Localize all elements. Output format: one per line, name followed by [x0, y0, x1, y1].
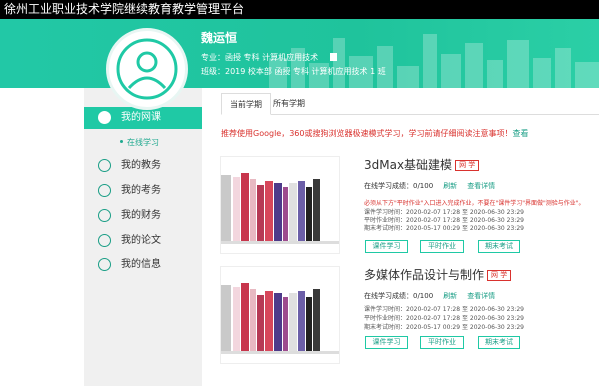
sidebar-item-label: 我的教务 [121, 160, 161, 171]
user-avatar-icon [116, 38, 178, 100]
sidebar-item-academics[interactable]: 我的教务 [84, 155, 202, 177]
sidebar-item-label: 我的财务 [121, 210, 161, 221]
course-icon [98, 111, 111, 124]
tab-current-semester[interactable]: 当前学期 [221, 93, 271, 115]
sidebar-item-label: 我的信息 [121, 259, 161, 270]
online-score: 在线学习成绩：0/100 [364, 292, 434, 300]
sidebar-item-courses[interactable]: 我的网课 [84, 107, 202, 129]
course-card: 多媒体作品设计与制作网 学 在线学习成绩：0/100 刷新 查看详情 课件学习时间：… [220, 266, 599, 364]
semester-tabs: 当前学期 所有学期 [221, 93, 599, 115]
detail-link[interactable]: 查看详情 [467, 292, 495, 300]
course-tag: 网 学 [455, 160, 480, 171]
sidebar-subitem-label: 在线学习 [127, 138, 159, 147]
course-thumbnail[interactable] [220, 266, 340, 364]
course-title: 3dMax基础建模网 学 [364, 156, 480, 173]
course-thumbnail[interactable] [220, 156, 340, 254]
sidebar-item-exams[interactable]: 我的考务 [84, 180, 202, 202]
score-row: 在线学习成绩：0/100 刷新 查看详情 [364, 181, 495, 191]
sidebar-item-finance[interactable]: 我的财务 [84, 205, 202, 227]
platform-title: 徐州工业职业技术学院继续教育教学管理平台 [0, 0, 599, 19]
bullet-dot [120, 140, 123, 143]
course-title-text: 多媒体作品设计与制作 [364, 268, 485, 282]
course-title-text: 3dMax基础建模 [364, 158, 453, 172]
homework-time: 平时作业时间：2020-02-07 17:28 至 2020-06-30 23:… [364, 315, 524, 322]
user-name: 魏运恒 [201, 31, 238, 45]
online-score: 在线学习成绩：0/100 [364, 182, 434, 190]
user-class: 班级：2019 校本部 函授 专科 计算机应用技术 1 班 [201, 67, 386, 76]
paper-icon [98, 234, 111, 247]
calendar-icon [98, 159, 111, 172]
edit-icon[interactable] [330, 53, 338, 61]
user-major-text: 专业：函授 专科 计算机应用技术 [201, 53, 319, 62]
browser-notice: 推荐使用Google，360或搜狗浏览器极速模式学习，学习前请仔细阅读注意事项！… [221, 128, 528, 139]
final-exam-button[interactable]: 期末考试 [478, 336, 520, 349]
sidebar: 我的网课 在线学习 我的教务 我的考务 我的财务 我的论文 我的信息 [84, 88, 202, 386]
refresh-link[interactable]: 刷新 [443, 292, 457, 300]
final-exam-time: 期末考试时间：2020-05-17 00:29 至 2020-06-30 23:… [364, 225, 524, 232]
sidebar-subitem-online-study[interactable]: 在线学习 [84, 137, 202, 148]
notice-link[interactable]: 查看 [512, 129, 528, 138]
final-exam-button[interactable]: 期末考试 [478, 240, 520, 253]
books-image [221, 157, 339, 253]
homework-button[interactable]: 平时作业 [420, 336, 464, 349]
sidebar-item-label: 我的论文 [121, 235, 161, 246]
finance-icon [98, 209, 111, 222]
courseware-button[interactable]: 课件学习 [365, 240, 408, 253]
sidebar-item-thesis[interactable]: 我的论文 [84, 230, 202, 252]
user-major: 专业：函授 专科 计算机应用技术 [201, 52, 338, 63]
tab-all-semesters[interactable]: 所有学期 [265, 93, 313, 115]
sidebar-item-label: 我的网课 [121, 112, 161, 123]
course-title: 多媒体作品设计与制作网 学 [364, 266, 512, 283]
course-card: 3dMax基础建模网 学 在线学习成绩：0/100 刷新 查看详情 必须从下方"平时… [220, 156, 599, 254]
score-row: 在线学习成绩：0/100 刷新 查看详情 [364, 291, 495, 301]
courseware-button[interactable]: 课件学习 [365, 336, 408, 349]
sidebar-item-label: 我的考务 [121, 185, 161, 196]
homework-button[interactable]: 平时作业 [420, 240, 464, 253]
exam-icon [98, 184, 111, 197]
final-exam-time: 期末考试时间：2020-05-17 00:29 至 2020-06-30 23:… [364, 324, 524, 331]
course-tag: 网 学 [487, 270, 512, 281]
courseware-time: 课件学习时间：2020-02-07 17:28 至 2020-06-30 23:… [364, 306, 524, 313]
sidebar-item-profile[interactable]: 我的信息 [84, 254, 202, 276]
refresh-link[interactable]: 刷新 [443, 182, 457, 190]
user-icon [98, 258, 111, 271]
avatar [106, 28, 188, 110]
books-image [221, 267, 339, 363]
homework-note: 必须从下方"平时作业"入口进入完成作业，不要在"课件学习"界面做"测验与作业"。 [364, 200, 585, 207]
notice-text: 推荐使用Google，360或搜狗浏览器极速模式学习，学习前请仔细阅读注意事项！ [221, 129, 513, 138]
detail-link[interactable]: 查看详情 [467, 182, 495, 190]
